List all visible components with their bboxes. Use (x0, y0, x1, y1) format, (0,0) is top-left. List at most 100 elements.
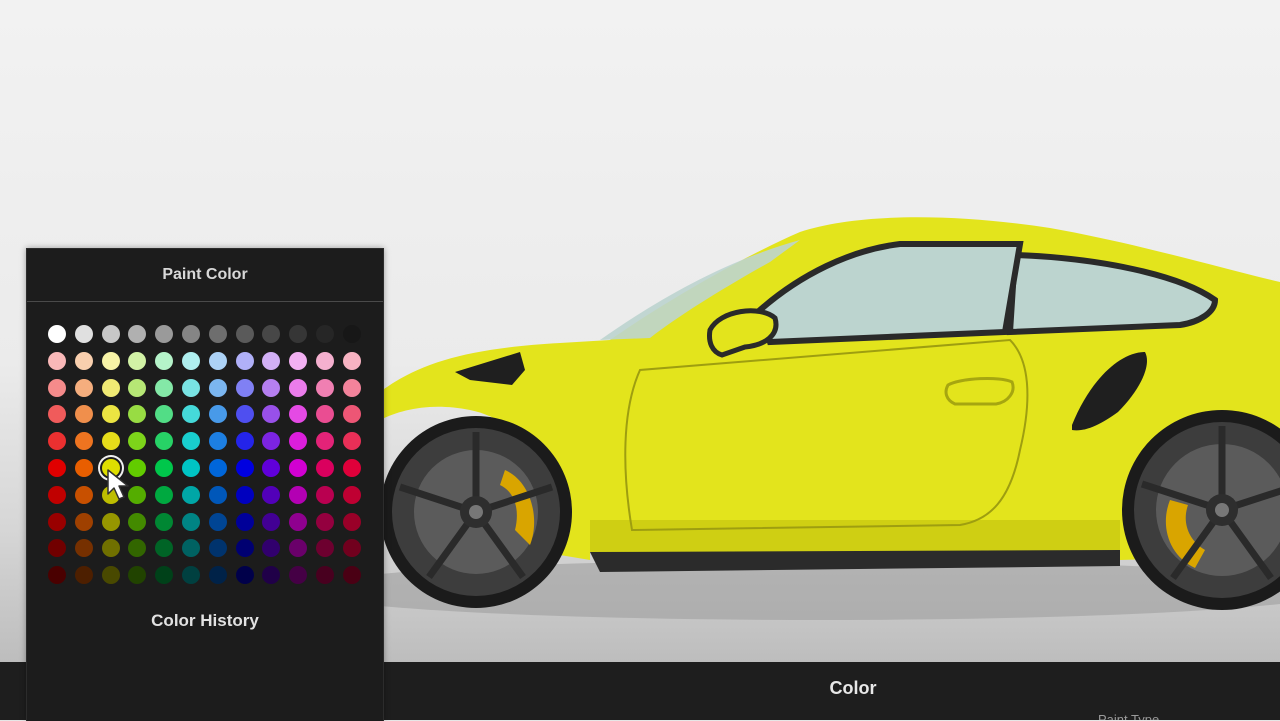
color-swatch[interactable] (74, 512, 93, 531)
color-swatch[interactable] (48, 432, 66, 451)
color-swatch[interactable] (101, 378, 120, 397)
color-swatch[interactable] (342, 459, 361, 477)
color-swatch[interactable] (262, 566, 281, 585)
color-swatch[interactable] (155, 539, 174, 558)
color-swatch[interactable] (155, 351, 174, 370)
color-swatch[interactable] (262, 405, 281, 424)
color-swatch[interactable] (342, 566, 361, 585)
color-swatch[interactable] (235, 432, 254, 451)
color-swatch[interactable] (74, 485, 93, 504)
color-swatch[interactable] (182, 405, 200, 424)
color-swatch[interactable] (155, 459, 174, 477)
color-swatch[interactable] (235, 566, 254, 585)
color-swatch[interactable] (235, 485, 254, 504)
color-swatch[interactable] (182, 566, 200, 585)
color-swatch[interactable] (182, 378, 200, 397)
color-swatch[interactable] (74, 405, 93, 424)
color-swatch[interactable] (155, 512, 174, 531)
paint-type-hint[interactable]: Paint Type (1098, 712, 1159, 720)
color-swatch[interactable] (289, 432, 308, 451)
color-swatch[interactable] (101, 485, 120, 504)
color-swatch[interactable] (74, 325, 93, 343)
color-swatch[interactable] (48, 378, 66, 397)
color-swatch[interactable] (235, 351, 254, 370)
color-swatch[interactable] (235, 459, 254, 477)
color-swatch[interactable] (262, 432, 281, 451)
color-swatch[interactable] (48, 485, 66, 504)
color-swatch[interactable] (316, 459, 334, 477)
color-swatch[interactable] (101, 325, 120, 343)
color-swatch[interactable] (262, 378, 281, 397)
color-swatch[interactable] (74, 378, 93, 397)
color-swatch[interactable] (208, 459, 227, 477)
color-swatch[interactable] (316, 325, 334, 343)
color-swatch[interactable] (155, 378, 174, 397)
color-swatch[interactable] (48, 405, 66, 424)
color-swatch[interactable] (316, 485, 334, 504)
color-swatch[interactable] (101, 539, 120, 558)
color-swatch[interactable] (289, 485, 308, 504)
color-swatch[interactable] (262, 325, 281, 343)
color-swatch[interactable] (235, 405, 254, 424)
color-swatch[interactable] (262, 539, 281, 558)
color-swatch[interactable] (182, 432, 200, 451)
color-swatch[interactable] (316, 566, 334, 585)
color-swatch[interactable] (235, 539, 254, 558)
color-swatch[interactable] (208, 512, 227, 531)
color-swatch[interactable] (235, 378, 254, 397)
color-swatch[interactable] (316, 432, 334, 451)
color-swatch[interactable] (48, 459, 66, 477)
color-swatch[interactable] (316, 378, 334, 397)
color-swatch[interactable] (48, 512, 66, 531)
color-swatch[interactable] (208, 351, 227, 370)
color-swatch[interactable] (289, 459, 308, 477)
color-swatch[interactable] (182, 351, 200, 370)
color-swatch[interactable] (155, 325, 174, 343)
color-swatch[interactable] (289, 325, 308, 343)
color-swatch[interactable] (208, 485, 227, 504)
color-swatch[interactable] (48, 566, 66, 585)
color-swatch[interactable] (208, 405, 227, 424)
color-swatch[interactable] (342, 432, 361, 451)
color-swatch[interactable] (48, 539, 66, 558)
color-swatch[interactable] (128, 566, 147, 585)
color-swatch[interactable] (128, 459, 147, 477)
color-swatch[interactable] (182, 485, 200, 504)
color-swatch[interactable] (101, 351, 120, 370)
color-swatch[interactable] (289, 566, 308, 585)
color-swatch[interactable] (208, 539, 227, 558)
color-swatch[interactable] (262, 459, 281, 477)
color-swatch[interactable] (101, 566, 120, 585)
color-swatch[interactable] (342, 405, 361, 424)
color-swatch[interactable] (316, 405, 334, 424)
color-swatch[interactable] (182, 459, 200, 477)
color-swatch[interactable] (289, 405, 308, 424)
color-swatch[interactable] (289, 539, 308, 558)
color-swatch[interactable] (316, 539, 334, 558)
color-swatch[interactable] (155, 566, 174, 585)
color-swatch[interactable] (342, 512, 361, 531)
color-swatch[interactable] (182, 539, 200, 558)
color-swatch[interactable] (262, 351, 281, 370)
color-swatch[interactable] (262, 512, 281, 531)
color-swatch[interactable] (101, 405, 120, 424)
color-swatch[interactable] (101, 432, 120, 451)
color-swatch[interactable] (128, 539, 147, 558)
color-swatch[interactable] (342, 539, 361, 558)
color-swatch[interactable] (128, 512, 147, 531)
color-swatch[interactable] (342, 485, 361, 504)
color-swatch[interactable] (208, 325, 227, 343)
color-swatch[interactable] (74, 566, 93, 585)
color-swatch[interactable] (208, 432, 227, 451)
color-swatch[interactable] (235, 512, 254, 531)
color-swatch[interactable] (128, 351, 147, 370)
color-swatch[interactable] (342, 378, 361, 397)
color-swatch[interactable] (48, 325, 66, 343)
color-swatch[interactable] (74, 351, 93, 370)
color-swatch-selected[interactable] (101, 459, 120, 477)
color-swatch[interactable] (128, 378, 147, 397)
color-swatch[interactable] (342, 325, 361, 343)
color-swatch[interactable] (155, 405, 174, 424)
color-swatch[interactable] (316, 351, 334, 370)
color-swatch[interactable] (316, 512, 334, 531)
